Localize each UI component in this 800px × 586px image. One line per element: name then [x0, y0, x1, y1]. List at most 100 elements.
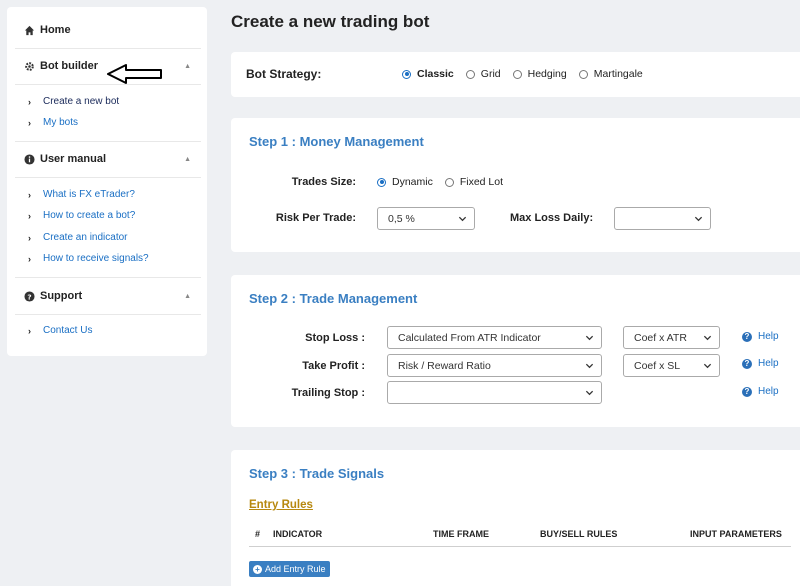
max-loss-daily-label: Max Loss Daily:: [510, 212, 594, 224]
select-value: 0,5 %: [388, 212, 415, 225]
select-value: Coef x ATR: [634, 331, 687, 344]
sidebar-item-label: Contact Us: [43, 325, 93, 336]
entry-rules-heading[interactable]: Entry Rules: [249, 499, 313, 511]
chevron-up-icon[interactable]: ▲: [184, 63, 191, 70]
table-header-divider: [249, 546, 791, 547]
select-value: Calculated From ATR Indicator: [398, 331, 541, 344]
add-entry-rule-button[interactable]: + Add Entry Rule: [249, 561, 330, 577]
chevron-down-icon: [585, 335, 594, 341]
stop-loss-method-select[interactable]: Calculated From ATR Indicator: [387, 326, 602, 349]
sidebar-item-label: How to create a bot?: [43, 210, 136, 221]
column-header-indicator: INDICATOR: [273, 529, 323, 539]
page-title: Create a new trading bot: [231, 12, 430, 31]
chevron-right-icon: ›: [28, 210, 31, 221]
column-header-time-frame: TIME FRAME: [433, 529, 489, 539]
step1-card: Step 1 : Money Management Trades Size: D…: [231, 118, 800, 252]
divider: [15, 48, 201, 49]
chevron-right-icon: ›: [28, 189, 31, 200]
strategy-option-grid[interactable]: Grid: [465, 68, 501, 80]
help-label: Help: [758, 386, 779, 397]
radio-label: Hedging: [527, 68, 567, 80]
annotation-arrow-icon: [107, 64, 162, 84]
trailing-stop-method-select[interactable]: [387, 381, 602, 404]
step3-title: Step 3 : Trade Signals: [249, 466, 385, 481]
svg-text:?: ?: [27, 292, 31, 301]
sidebar-item-label: How to receive signals?: [43, 253, 149, 264]
chevron-right-icon: ›: [28, 232, 31, 243]
chevron-down-icon: [458, 216, 467, 222]
chevron-down-icon: [703, 335, 712, 341]
sidebar-item-label: Create a new bot: [43, 96, 120, 107]
divider: [15, 314, 201, 315]
sidebar-item-how-to-create-bot[interactable]: › How to create a bot?: [28, 210, 135, 221]
radio-icon: [444, 177, 454, 187]
radio-label: Classic: [417, 68, 454, 80]
sidebar-item-label: Home: [40, 24, 71, 36]
sidebar-section-user-manual[interactable]: User manual ▲: [7, 153, 207, 165]
take-profit-label: Take Profit :: [302, 360, 365, 372]
sidebar-section-title: Bot builder: [40, 60, 99, 72]
max-loss-daily-select[interactable]: [614, 207, 711, 230]
chevron-up-icon[interactable]: ▲: [184, 156, 191, 163]
strategy-option-classic[interactable]: Classic: [402, 68, 454, 80]
strategy-option-martingale[interactable]: Martingale: [578, 68, 643, 80]
sidebar-item-my-bots[interactable]: › My bots: [28, 117, 78, 128]
divider: [15, 141, 201, 142]
trades-size-option-dynamic[interactable]: Dynamic: [377, 176, 433, 188]
take-profit-help-link[interactable]: ? Help: [742, 358, 779, 369]
trades-size-option-fixed-lot[interactable]: Fixed Lot: [444, 176, 503, 188]
step2-title: Step 2 : Trade Management: [249, 291, 418, 306]
sidebar-section-title: Support: [40, 290, 83, 302]
home-icon: [23, 24, 35, 36]
radio-checked-icon: [402, 69, 411, 79]
sidebar-item-receive-signals[interactable]: › How to receive signals?: [28, 253, 149, 264]
radio-label: Grid: [480, 68, 501, 80]
trailing-stop-label: Trailing Stop :: [291, 387, 365, 399]
help-label: Help: [758, 358, 779, 369]
sidebar-section-support[interactable]: ? Support ▲: [7, 290, 207, 302]
strategy-label: Bot Strategy:: [246, 67, 322, 81]
chevron-down-icon: [694, 216, 703, 222]
sidebar-item-create-new-bot[interactable]: › Create a new bot: [28, 96, 119, 107]
chevron-up-icon[interactable]: ▲: [184, 293, 191, 300]
chevron-down-icon: [703, 363, 712, 369]
radio-icon: [512, 69, 522, 79]
sidebar-item-label: My bots: [43, 117, 79, 128]
trades-size-radio-group: Dynamic Fixed Lot: [377, 176, 515, 188]
help-icon: ?: [742, 331, 752, 342]
stop-loss-label: Stop Loss :: [305, 332, 365, 344]
chevron-down-icon: [585, 363, 594, 369]
divider: [15, 277, 201, 278]
stop-loss-help-link[interactable]: ? Help: [742, 331, 779, 342]
risk-per-trade-select[interactable]: 0,5 %: [377, 207, 475, 230]
help-icon: ?: [742, 386, 752, 397]
sidebar-item-create-indicator[interactable]: › Create an indicator: [28, 232, 128, 243]
chevron-down-icon: [585, 390, 594, 396]
trades-size-label: Trades Size:: [291, 176, 356, 188]
gear-icon: [23, 60, 35, 72]
sidebar-item-label: Create an indicator: [43, 232, 128, 243]
sidebar-section-title: User manual: [40, 153, 107, 165]
radio-icon: [465, 69, 475, 79]
sidebar-item-contact-us[interactable]: › Contact Us: [28, 325, 92, 336]
sidebar-item-home[interactable]: Home: [7, 24, 207, 36]
trailing-stop-help-link[interactable]: ? Help: [742, 386, 779, 397]
take-profit-coef-select[interactable]: Coef x SL: [623, 354, 720, 377]
strategy-radio-group: Classic Grid Hedging Martingale: [402, 68, 655, 80]
select-value: Risk / Reward Ratio: [398, 359, 491, 372]
column-header-input-parameters: INPUT PARAMETERS: [690, 529, 782, 539]
select-value: Coef x SL: [634, 359, 681, 372]
take-profit-method-select[interactable]: Risk / Reward Ratio: [387, 354, 602, 377]
column-header-buy-sell-rules: BUY/SELL RULES: [540, 529, 618, 539]
step1-title: Step 1 : Money Management: [249, 134, 424, 149]
strategy-card: Bot Strategy: Classic Grid Hedging Marti…: [231, 52, 800, 97]
strategy-option-hedging[interactable]: Hedging: [512, 68, 567, 80]
radio-label: Dynamic: [392, 176, 433, 188]
sidebar-item-what-is-fx-etrader[interactable]: › What is FX eTrader?: [28, 189, 135, 200]
help-icon: ?: [742, 358, 752, 369]
chevron-right-icon: ›: [28, 96, 31, 107]
divider: [15, 177, 201, 178]
step3-card: Step 3 : Trade Signals Entry Rules # IND…: [231, 450, 800, 586]
help-label: Help: [758, 331, 779, 342]
stop-loss-coef-select[interactable]: Coef x ATR: [623, 326, 720, 349]
